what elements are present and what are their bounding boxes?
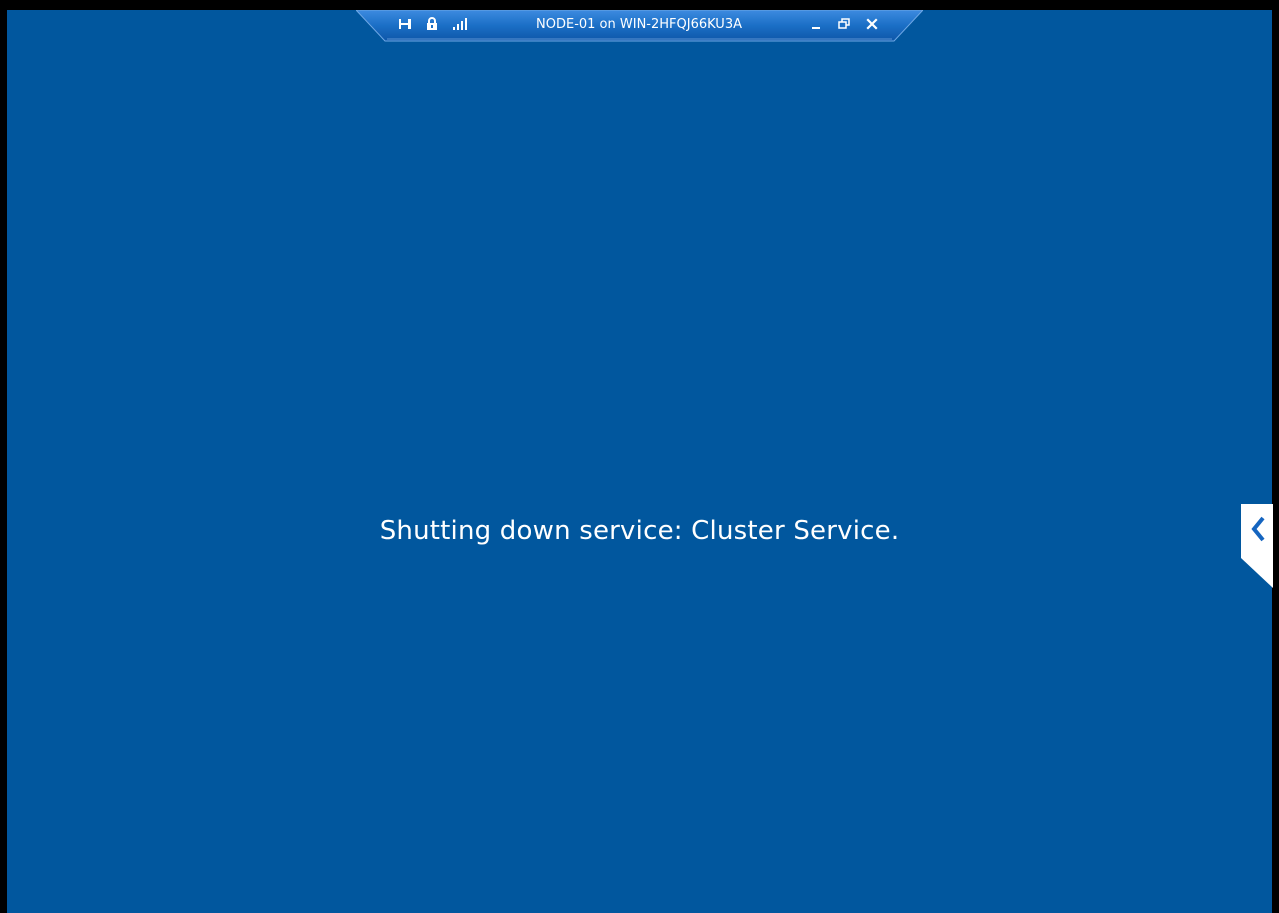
connection-bar: NODE-01 on WIN-2HFQJ66KU3A	[356, 10, 923, 42]
remote-desktop-screen[interactable]: Shutting down service: Cluster Service.	[7, 10, 1272, 913]
pin-button[interactable]	[396, 14, 416, 34]
side-panel-background	[1241, 504, 1273, 588]
close-button[interactable]	[862, 14, 882, 34]
signal-bars-icon	[453, 18, 467, 30]
connection-quality-button[interactable]	[450, 14, 470, 34]
restore-icon	[838, 18, 850, 29]
shutdown-status-message: Shutting down service: Cluster Service.	[379, 516, 900, 546]
lock-button[interactable]	[422, 14, 442, 34]
pin-icon	[399, 19, 411, 29]
lock-icon	[427, 17, 437, 30]
side-panel-toggle[interactable]	[1241, 504, 1273, 588]
minimize-button[interactable]	[806, 14, 826, 34]
minimize-icon	[812, 27, 820, 29]
close-icon	[866, 18, 878, 30]
restore-button[interactable]	[834, 14, 854, 34]
connection-bar-title: NODE-01 on WIN-2HFQJ66KU3A	[536, 17, 742, 32]
